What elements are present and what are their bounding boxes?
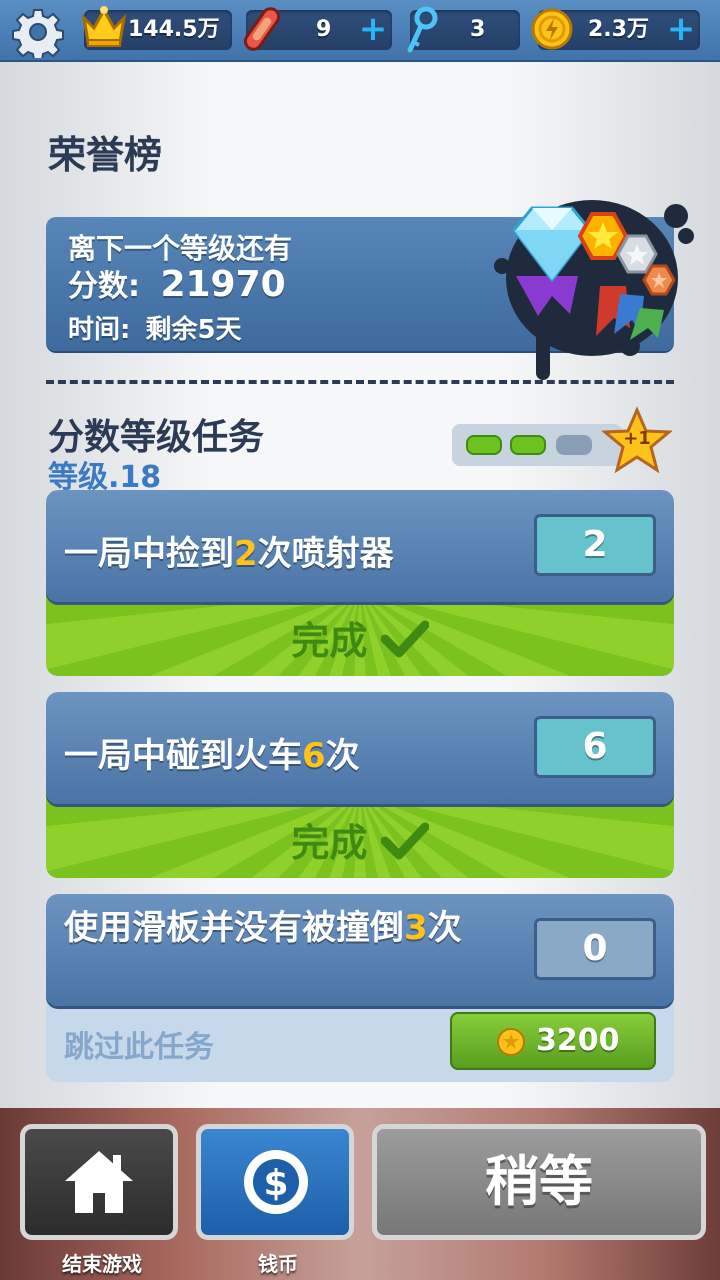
mission-complete-label: 完成 — [46, 610, 674, 668]
time-remaining-value: 剩余5天 — [145, 315, 242, 345]
time-row: 时间: 剩余5天 — [68, 309, 242, 346]
skip-mission-label: 跳过此任务 — [64, 1030, 214, 1065]
mission-text: 一局中捡到 — [64, 534, 234, 574]
score-label: 分数: — [68, 269, 140, 304]
settings-gear-icon[interactable] — [12, 6, 64, 61]
skip-mission-button[interactable]: 3200 — [450, 1012, 656, 1070]
coin-icon — [496, 1027, 526, 1057]
mission-target-number: 3 — [404, 908, 428, 948]
mission-progress-bar — [452, 424, 622, 466]
star-bonus-icon: +1 — [601, 406, 673, 476]
time-label: 时间: — [68, 315, 131, 345]
crown-icon — [80, 4, 128, 50]
coins-button[interactable]: $ — [196, 1124, 354, 1240]
checkmark-icon — [380, 619, 430, 668]
checkmark-icon — [380, 821, 430, 870]
mission-progress-count: 6 — [534, 716, 656, 778]
medals-badge-icon — [480, 168, 700, 388]
coins-label: 钱币 — [258, 1252, 298, 1276]
mission-complete-label: 完成 — [46, 812, 674, 870]
coin-icon — [530, 6, 574, 52]
complete-text: 完成 — [291, 821, 368, 865]
mission-text: 一局中碰到火车 — [64, 736, 302, 776]
hoverboard-count: 9 — [316, 17, 332, 42]
mission-header: 一局中碰到火车6次 6 — [46, 692, 674, 804]
quit-game-button[interactable] — [20, 1124, 178, 1240]
skip-cost: 3200 — [536, 1023, 620, 1058]
mission-target-number: 2 — [234, 534, 258, 574]
home-icon — [63, 1147, 135, 1217]
mission-progress-count: 0 — [534, 918, 656, 980]
progress-segment-1 — [466, 435, 502, 455]
score-row: 分数: 21970 — [68, 261, 286, 305]
star-bonus-label: +1 — [623, 428, 651, 449]
mission-description: 使用滑板并没有被撞倒3次 — [64, 908, 514, 948]
score-value: 144.5万 — [128, 17, 220, 42]
mission-header: 使用滑板并没有被撞倒3次 0 — [46, 894, 674, 1006]
key-count: 3 — [470, 17, 486, 42]
mission-text: 使用滑板并没有被撞倒 — [64, 908, 404, 948]
add-coins-button[interactable]: + — [666, 12, 696, 48]
mission-description: 一局中碰到火车6次 — [64, 728, 360, 777]
mission-text: 次 — [427, 908, 462, 948]
top-bar: 144.5万 9 + 3 2.3万 + — [0, 0, 720, 62]
mission-progress-count: 2 — [534, 514, 656, 576]
progress-segment-3 — [556, 435, 592, 455]
coin-count: 2.3万 — [588, 17, 649, 42]
progress-segment-2 — [510, 435, 546, 455]
mission-card-2: 一局中碰到火车6次 6 完成 — [46, 692, 674, 880]
wait-label: 稍等 — [485, 1150, 593, 1213]
add-hoverboard-button[interactable]: + — [358, 12, 388, 48]
complete-text: 完成 — [291, 619, 368, 663]
mission-text: 次喷射器 — [257, 534, 394, 574]
mission-text: 次 — [325, 736, 360, 776]
mission-target-number: 6 — [302, 736, 326, 776]
score-required-value: 21970 — [160, 264, 286, 305]
section-divider — [46, 380, 674, 384]
mission-card-3: 使用滑板并没有被撞倒3次 0 跳过此任务 3200 — [46, 894, 674, 1084]
mission-header: 一局中捡到2次喷射器 2 — [46, 490, 674, 602]
hoverboard-icon — [240, 4, 284, 54]
wait-button[interactable]: 稍等 — [372, 1124, 706, 1240]
svg-text:$: $ — [263, 1163, 288, 1204]
dollar-coin-icon: $ — [239, 1145, 313, 1219]
mission-card-1: 一局中捡到2次喷射器 2 完成 — [46, 490, 674, 678]
quit-game-label: 结束游戏 — [62, 1252, 142, 1276]
page-title: 荣誉榜 — [48, 133, 163, 177]
mission-description: 一局中捡到2次喷射器 — [64, 526, 394, 575]
key-icon — [404, 6, 440, 54]
